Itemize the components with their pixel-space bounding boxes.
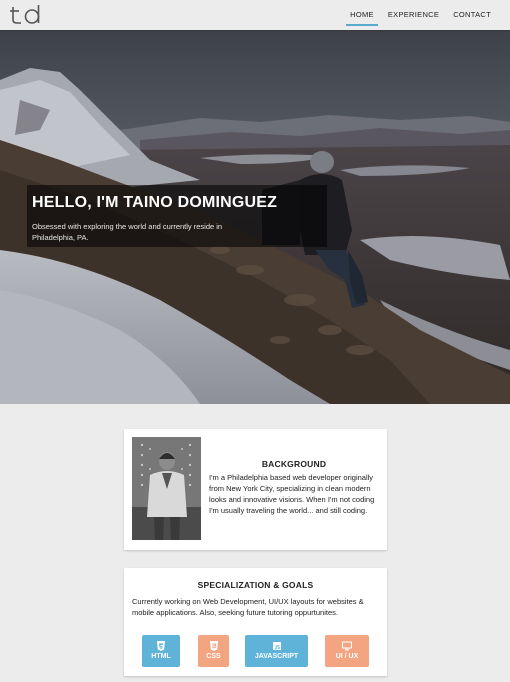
nav-home-link[interactable]: HOME — [343, 0, 381, 30]
nav-experience-link[interactable]: EXPERIENCE — [381, 0, 446, 30]
hero-intro-box: HELLO, I'M TAINO DOMINGUEZ Obsessed with… — [27, 185, 327, 247]
js-icon — [272, 642, 281, 650]
navbar: HOME EXPERIENCE CONTACT — [0, 0, 510, 30]
skill-uiux-label: UI / UX — [335, 653, 359, 660]
skill-uiux-button[interactable]: UI / UX — [325, 635, 369, 667]
css3-icon — [209, 641, 218, 651]
monitor-icon — [342, 641, 352, 651]
html5-icon — [157, 641, 165, 651]
background-card: BACKGROUND I'm a Philadelphia based web … — [124, 429, 387, 550]
skill-html-button[interactable]: HTML — [142, 635, 180, 667]
hero-section: HELLO, I'M TAINO DOMINGUEZ Obsessed with… — [0, 30, 510, 404]
background-title: BACKGROUND — [261, 459, 327, 469]
skill-html-label: HTML — [151, 653, 171, 660]
skill-javascript-label: JAVASCRIPT — [254, 653, 299, 660]
background-text: I'm a Philadelphia based web developer o… — [209, 473, 375, 515]
portrait-photo — [132, 437, 201, 540]
specialization-text: Currently working on Web Development, UI… — [132, 597, 364, 617]
nav-links: HOME EXPERIENCE CONTACT — [343, 0, 498, 30]
hero-subtitle: Obsessed with exploring the world and cu… — [32, 222, 223, 242]
specialization-title: SPECIALIZATION & GOALS — [197, 580, 314, 590]
specialization-card: SPECIALIZATION & GOALS Currently working… — [124, 568, 387, 676]
skill-javascript-button[interactable]: JAVASCRIPT — [245, 635, 308, 667]
hero-title: HELLO, I'M TAINO DOMINGUEZ — [32, 194, 278, 211]
nav-contact-link[interactable]: CONTACT — [446, 0, 498, 30]
logo[interactable] — [10, 3, 44, 25]
skill-css-button[interactable]: CSS — [198, 635, 229, 667]
skill-css-label: CSS — [206, 653, 221, 660]
